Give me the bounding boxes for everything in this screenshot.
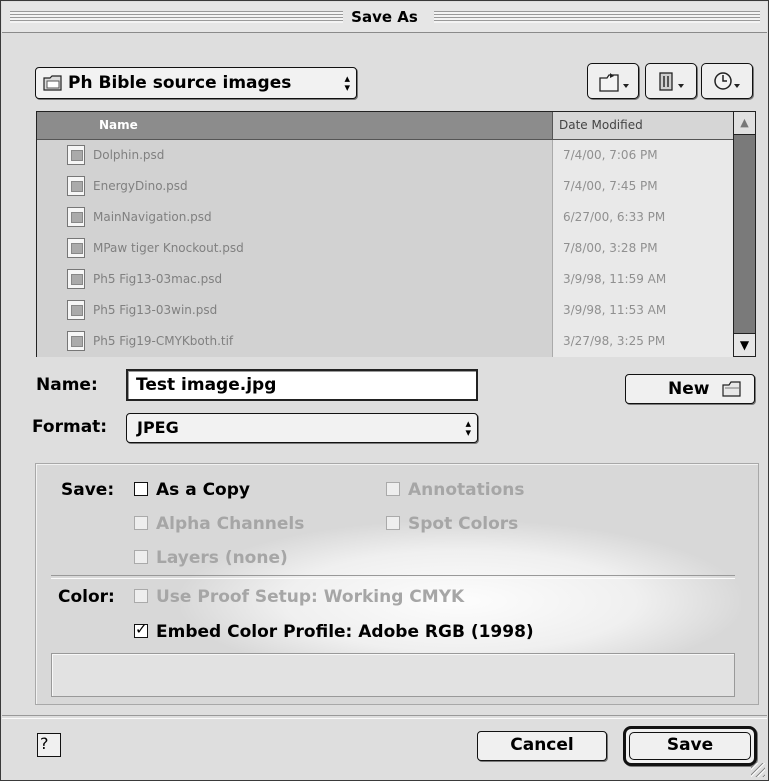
column-header-date[interactable]: Date Modified — [553, 112, 733, 140]
file-name: MainNavigation.psd — [93, 210, 212, 224]
spot-colors-label: Spot Colors — [408, 514, 519, 534]
file-icon — [67, 269, 85, 289]
save-button[interactable]: Save — [623, 726, 757, 766]
file-name: Ph5 Fig13-03win.psd — [93, 303, 218, 317]
file-icon — [67, 300, 85, 320]
file-name: Dolphin.psd — [93, 148, 165, 162]
title-bar[interactable]: Save As — [2, 2, 767, 33]
cancel-button[interactable]: Cancel — [477, 731, 607, 761]
alpha-channels-label: Alpha Channels — [156, 514, 305, 534]
file-row[interactable]: Ph5 Fig13-03mac.psd 3/9/98, 11:59 AM — [37, 264, 733, 295]
file-row[interactable]: MPaw tiger Knockout.psd 7/8/00, 3:28 PM — [37, 233, 733, 264]
file-icon — [67, 145, 85, 165]
color-options-label: Color: — [58, 587, 115, 607]
favorites-icon — [659, 72, 684, 91]
recent-button[interactable] — [701, 63, 753, 99]
file-name-input[interactable] — [126, 369, 478, 401]
new-folder-button[interactable]: New — [625, 374, 755, 404]
file-date: 3/9/98, 11:59 AM — [563, 272, 667, 286]
popup-arrows-icon: ▴ ▾ — [465, 417, 471, 439]
file-row[interactable]: EnergyDino.psd 7/4/00, 7:45 PM — [37, 171, 733, 202]
file-date: 7/4/00, 7:45 PM — [563, 179, 658, 193]
save-button-label: Save — [666, 735, 714, 755]
new-folder-icon — [722, 381, 741, 397]
message-box — [51, 653, 735, 697]
folder-shortcut-icon — [599, 73, 629, 92]
vertical-scrollbar[interactable]: ▲ ▼ — [733, 112, 755, 356]
alpha-channels-checkbox[interactable]: Alpha Channels — [134, 514, 304, 534]
window-title: Save As — [343, 8, 426, 26]
file-row[interactable]: MainNavigation.psd 6/27/00, 6:33 PM — [37, 202, 733, 233]
file-row[interactable]: Ph5 Fig19-CMYKboth.tif 3/27/98, 3:25 PM — [37, 326, 733, 357]
use-proof-setup-label: Use Proof Setup: Working CMYK — [156, 587, 465, 607]
file-date: 3/27/98, 3:25 PM — [563, 334, 666, 348]
file-date: 6/27/00, 6:33 PM — [563, 210, 666, 224]
file-icon — [67, 207, 85, 227]
scroll-up-arrow-icon[interactable]: ▲ — [734, 112, 755, 135]
file-name: Ph5 Fig13-03mac.psd — [93, 272, 223, 286]
file-icon — [67, 238, 85, 258]
column-header-name[interactable]: Name — [37, 112, 553, 140]
file-row[interactable]: Dolphin.psd 7/4/00, 7:06 PM — [37, 140, 733, 171]
location-popup[interactable]: Ph Bible source images ▴ ▾ — [35, 67, 357, 99]
help-button[interactable]: ? — [37, 733, 61, 757]
format-popup[interactable]: JPEG ▴ ▾ — [126, 413, 478, 443]
annotations-label: Annotations — [408, 480, 525, 500]
annotations-checkbox[interactable]: Annotations — [386, 480, 525, 500]
shortcuts-button[interactable] — [587, 63, 639, 99]
checkmark-icon — [134, 620, 148, 638]
embed-color-profile-checkbox[interactable]: Embed Color Profile: Adobe RGB (1998) — [134, 620, 534, 642]
file-date: 7/4/00, 7:06 PM — [563, 148, 658, 162]
help-icon: ? — [40, 734, 49, 753]
file-date: 3/9/98, 11:53 AM — [563, 303, 667, 317]
bottom-divider — [2, 715, 767, 719]
file-row[interactable]: Ph5 Fig13-03win.psd 3/9/98, 11:53 AM — [37, 295, 733, 326]
file-icon — [67, 331, 85, 351]
spot-colors-checkbox[interactable]: Spot Colors — [386, 514, 518, 534]
popup-arrows-icon: ▴ ▾ — [344, 72, 350, 94]
file-list[interactable]: Name Date Modified Dolphin.psd 7/4/00, 7… — [36, 111, 756, 357]
as-a-copy-label: As a Copy — [156, 480, 250, 500]
format-label: Format: — [32, 417, 108, 437]
file-name: MPaw tiger Knockout.psd — [93, 241, 244, 255]
panel-divider — [51, 575, 735, 579]
cancel-button-label: Cancel — [510, 735, 574, 755]
new-button-label: New — [668, 379, 710, 399]
as-a-copy-checkbox[interactable]: As a Copy — [134, 480, 250, 500]
use-proof-setup-checkbox[interactable]: Use Proof Setup: Working CMYK — [134, 587, 464, 607]
embed-color-profile-label: Embed Color Profile: Adobe RGB (1998) — [156, 622, 534, 642]
column-header-name-label: Name — [99, 118, 138, 132]
file-date: 7/8/00, 3:28 PM — [563, 241, 658, 255]
favorites-button[interactable] — [645, 63, 697, 99]
column-header-date-label: Date Modified — [559, 118, 643, 132]
layers-checkbox[interactable]: Layers (none) — [134, 548, 288, 568]
scroll-down-arrow-icon[interactable]: ▼ — [734, 333, 755, 356]
save-options-label: Save: — [61, 480, 115, 500]
file-name: EnergyDino.psd — [93, 179, 188, 193]
folder-icon — [43, 75, 62, 91]
resize-handle-icon[interactable] — [751, 763, 765, 777]
file-icon — [67, 176, 85, 196]
file-name: Ph5 Fig19-CMYKboth.tif — [93, 334, 234, 348]
recent-icon — [714, 72, 740, 90]
name-label: Name: — [36, 375, 98, 395]
layers-label: Layers (none) — [156, 548, 288, 568]
format-value: JPEG — [137, 418, 179, 437]
location-label: Ph Bible source images — [68, 73, 292, 93]
save-as-dialog: Save As Ph Bible source images ▴ ▾ Name … — [0, 0, 769, 781]
